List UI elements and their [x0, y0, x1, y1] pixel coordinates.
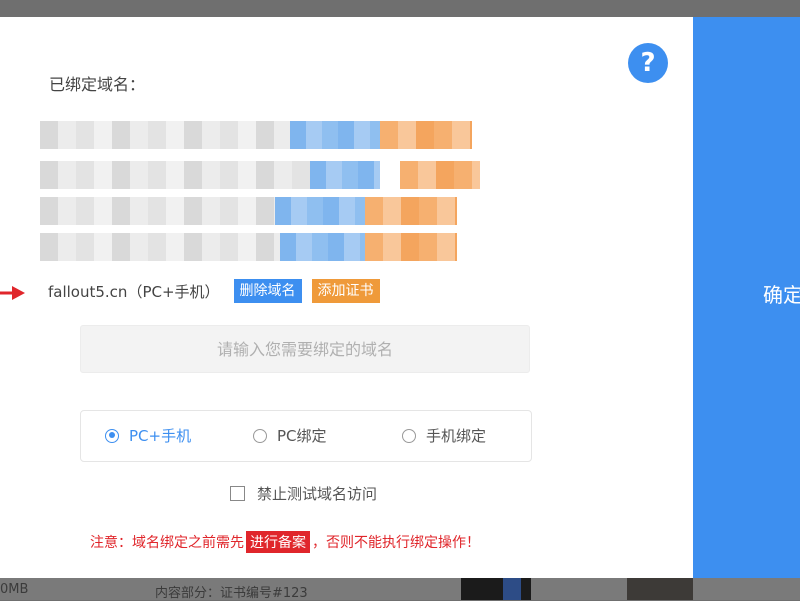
blurred-domain-row [40, 233, 480, 261]
notice-highlight: 进行备案 [246, 531, 310, 553]
bound-domain-name: fallout5.cn（PC+手机） [48, 282, 220, 301]
checkbox-label: 禁止测试域名访问 [257, 485, 378, 503]
bind-domain-modal: ? 已绑定域名： fallout5.cn（PC+手机） 删除域名 添加证书 请输… [0, 17, 693, 578]
confirm-button-label: 确定 [763, 283, 800, 307]
blurred-domain-row [40, 161, 480, 189]
background-content-text: 内容部分：证书编号#123 [155, 586, 308, 601]
notice-suffix: ，否则不能执行绑定操作！ [312, 535, 480, 551]
bind-type-radio-group: PC+手机 PC绑定 手机绑定 [80, 410, 532, 462]
blurred-domain-row [40, 197, 480, 225]
background-size-text: 0MB [0, 582, 29, 597]
add-certificate-button[interactable]: 添加证书 [311, 279, 380, 303]
radio-label: PC绑定 [277, 427, 327, 445]
help-icon[interactable]: ? [628, 43, 668, 83]
block-test-domain-checkbox-row[interactable]: 禁止测试域名访问 [230, 483, 377, 504]
delete-domain-button[interactable]: 删除域名 [233, 279, 302, 303]
background-list-strip: 0MB 内容部分：证书编号#123 [0, 578, 800, 601]
blurred-domain-row [40, 121, 480, 149]
confirm-button[interactable]: 确定 [693, 17, 800, 578]
radio-selected-icon [105, 428, 119, 443]
radio-label: PC+手机 [129, 427, 192, 445]
radio-mobile[interactable]: 手机绑定 [402, 425, 486, 446]
radio-pc-mobile[interactable]: PC+手机 [105, 425, 191, 446]
annotation-arrow-icon [0, 286, 25, 300]
radio-unselected-icon [253, 428, 267, 443]
block-test-domain-checkbox[interactable] [230, 486, 245, 501]
background-thumbnail [627, 578, 693, 600]
bound-domain-item: fallout5.cn（PC+手机） 删除域名 添加证书 [48, 279, 380, 303]
radio-pc[interactable]: PC绑定 [253, 425, 327, 446]
background-thumbnail [461, 578, 531, 600]
notice-prefix: 注意：域名绑定之前需先 [90, 535, 244, 551]
bound-domains-title: 已绑定域名： [49, 75, 146, 94]
radio-label: 手机绑定 [426, 427, 487, 445]
radio-unselected-icon [402, 428, 416, 443]
domain-input[interactable] [80, 325, 530, 373]
filing-notice: 注意：域名绑定之前需先 进行备案 ，否则不能执行绑定操作！ [90, 531, 480, 553]
